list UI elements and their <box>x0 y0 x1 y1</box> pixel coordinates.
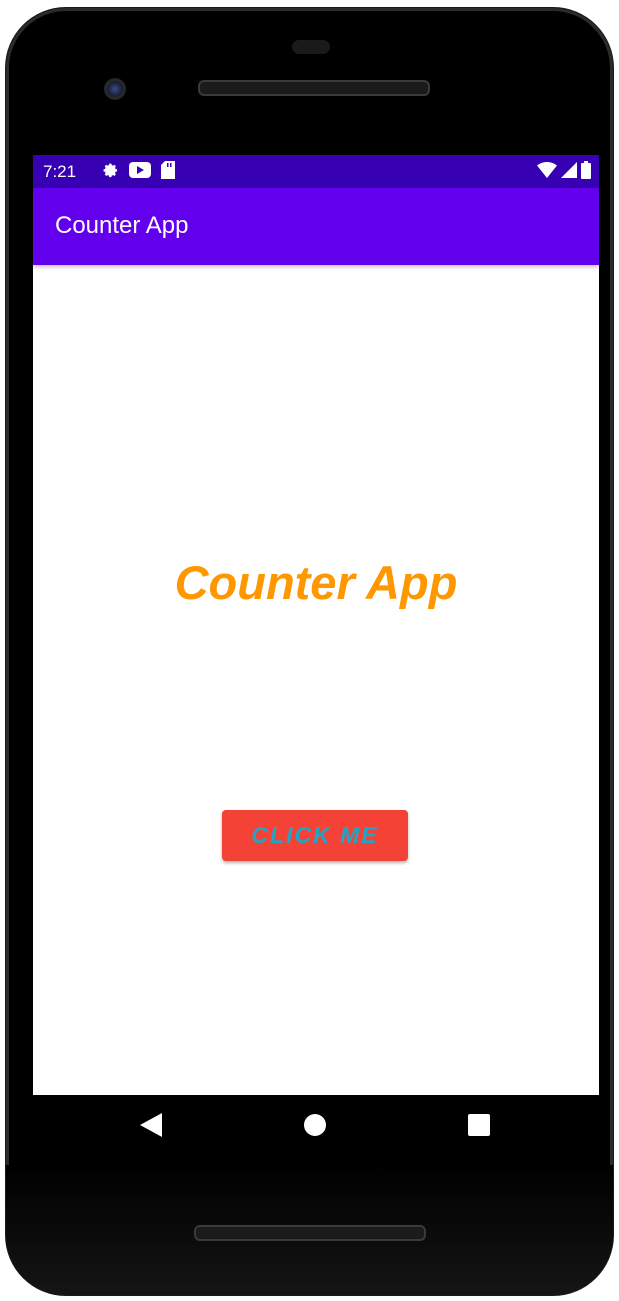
recents-button[interactable] <box>459 1107 499 1147</box>
sd-card-icon <box>161 160 175 184</box>
app-bar: Counter App <box>33 188 599 265</box>
back-button[interactable] <box>131 1107 171 1147</box>
gear-icon <box>101 161 119 184</box>
battery-icon <box>581 160 591 184</box>
phone-screen: 7:21 Counter App Counter App CLICK ME <box>33 155 599 1095</box>
bottom-speaker <box>194 1225 426 1241</box>
back-icon <box>140 1112 162 1142</box>
signal-icon <box>561 161 577 183</box>
play-icon <box>129 161 151 183</box>
navigation-bar <box>33 1095 599 1159</box>
counter-title: Counter App <box>174 556 458 609</box>
recents-icon <box>468 1113 490 1141</box>
system-icons <box>537 160 591 184</box>
wifi-icon <box>537 161 557 183</box>
status-time: 7:21 <box>43 162 77 181</box>
front-camera <box>104 78 126 100</box>
home-button[interactable] <box>295 1107 335 1147</box>
notification-icons <box>101 160 175 184</box>
app-bar-title: Counter App <box>55 212 189 239</box>
earpiece-speaker <box>198 80 430 96</box>
status-bar: 7:21 <box>33 155 599 188</box>
click-me-button[interactable]: CLICK ME <box>222 810 408 861</box>
proximity-sensor <box>292 40 330 54</box>
phone-frame: 7:21 Counter App Counter App CLICK ME <box>6 8 613 1295</box>
home-icon <box>303 1113 327 1142</box>
